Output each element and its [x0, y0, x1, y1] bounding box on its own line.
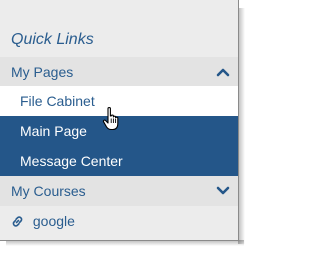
quick-links-title: Quick Links [11, 31, 94, 48]
menu-item-message-center[interactable]: Message Center [0, 146, 238, 176]
screenshot-frame: Quick Links My Pages File Cabinet Main P… [0, 0, 251, 253]
section-my-courses[interactable]: My Courses [0, 176, 238, 206]
hand-pointer-icon [102, 107, 119, 131]
chevron-down-icon[interactable] [216, 184, 230, 198]
quick-link-google[interactable]: google [0, 206, 238, 236]
section-my-pages[interactable]: My Pages [0, 57, 238, 87]
quick-links-panel: Quick Links My Pages File Cabinet Main P… [0, 0, 239, 241]
menu-item-label: Message Center [20, 153, 123, 169]
link-icon [12, 216, 23, 227]
section-label: My Pages [11, 64, 74, 80]
chevron-up-icon[interactable] [216, 65, 230, 79]
menu-item-label: Main Page [20, 123, 87, 139]
frame-shadow [238, 8, 245, 244]
menu-item-label: File Cabinet [20, 93, 95, 109]
quick-link-label: google [32, 213, 75, 229]
section-label: My Courses [11, 183, 86, 199]
